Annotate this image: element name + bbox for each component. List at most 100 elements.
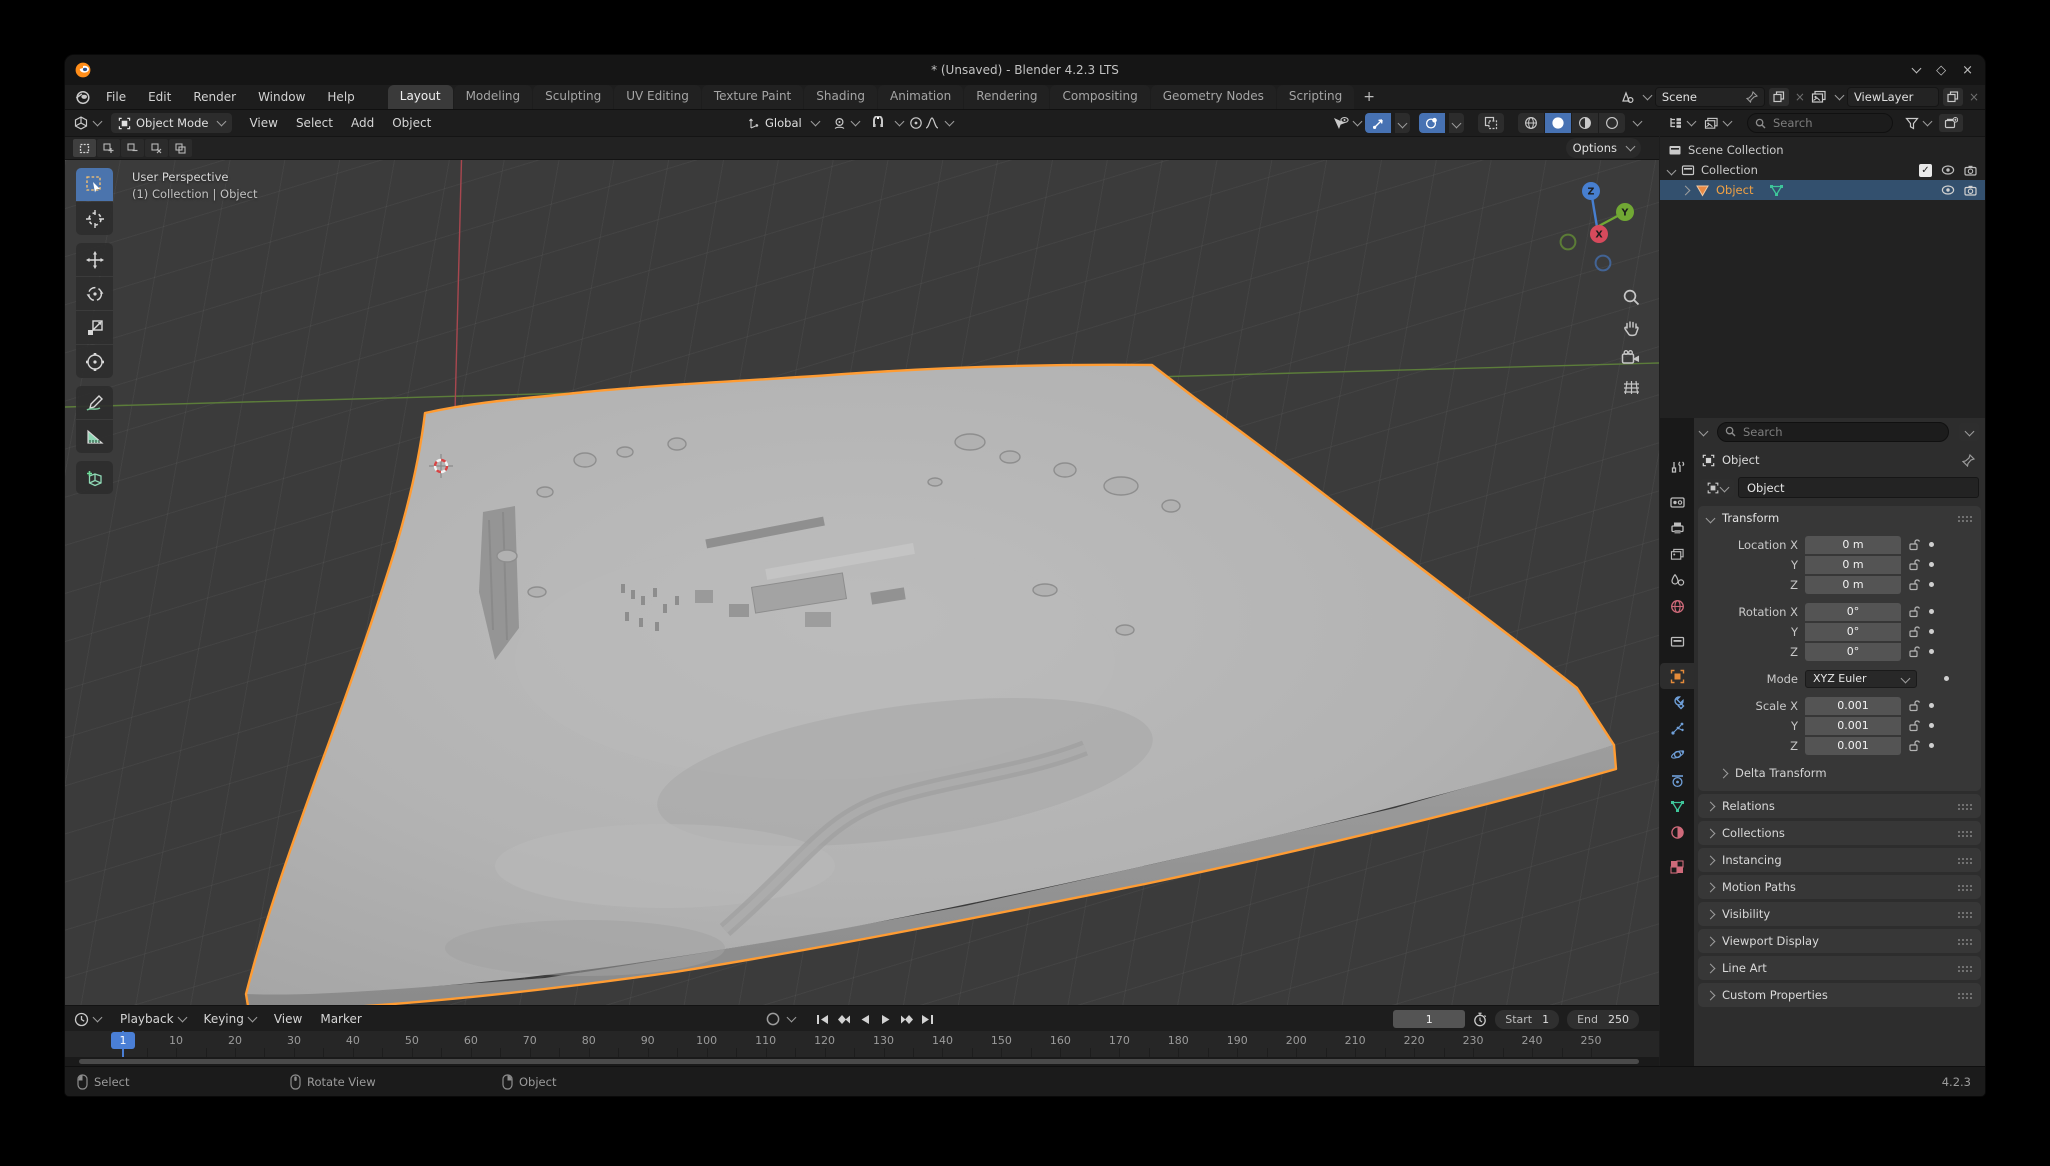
hide-eye-icon[interactable] [1941, 165, 1955, 175]
tab-view-layer[interactable] [1660, 541, 1694, 567]
stopwatch-icon[interactable] [1473, 1012, 1487, 1027]
play-button[interactable] [876, 1010, 895, 1028]
gizmo-options-chevron[interactable] [1395, 113, 1410, 133]
pan-hand-icon[interactable] [1622, 319, 1641, 338]
close-button[interactable]: × [1962, 63, 1973, 78]
tab-constraints[interactable] [1660, 767, 1694, 793]
frame-start-field[interactable]: Start 1 [1495, 1010, 1559, 1029]
lock-icon[interactable] [1908, 645, 1920, 658]
tab-shading[interactable]: Shading [804, 85, 877, 109]
timeline-scrollbar[interactable] [65, 1057, 1659, 1066]
gizmo-axis-neg-z[interactable] [1596, 256, 1611, 271]
tab-rendering[interactable]: Rendering [964, 85, 1049, 109]
section-motion-paths[interactable]: Motion Paths [1698, 875, 1981, 899]
tab-texture-paint[interactable]: Texture Paint [702, 85, 803, 109]
timeline-menu-view[interactable]: View [265, 1012, 311, 1026]
transform-panel-header[interactable]: Transform [1698, 506, 1981, 530]
falloff-chevron[interactable] [944, 117, 954, 127]
section-viewport-display[interactable]: Viewport Display [1698, 929, 1981, 953]
jump-next-keyframe-button[interactable] [897, 1010, 916, 1028]
render-camera-icon[interactable] [1964, 165, 1977, 176]
timeline-type-chevron[interactable] [93, 1013, 103, 1023]
section-line-art[interactable]: Line Art [1698, 956, 1981, 980]
object-id-dropdown[interactable] [1700, 479, 1734, 497]
viewport-menu-add[interactable]: Add [342, 116, 383, 130]
timeline-menu-keying[interactable]: Keying [195, 1012, 265, 1026]
pivot-point-dropdown[interactable] [832, 116, 859, 131]
viewport-3d[interactable]: User Perspective (1) Collection | Object [65, 160, 1659, 1005]
section-relations[interactable]: Relations [1698, 794, 1981, 818]
camera-view-icon[interactable] [1621, 350, 1641, 366]
timeline-menu-playback[interactable]: Playback [111, 1012, 195, 1026]
maximize-button[interactable]: ◇ [1936, 63, 1946, 78]
viewlayer-new-button[interactable] [1943, 88, 1963, 106]
tab-texture[interactable] [1660, 854, 1694, 880]
outliner-row-object[interactable]: Object [1660, 180, 1985, 200]
tool-move[interactable] [76, 243, 113, 276]
snap-magnet-icon[interactable] [865, 113, 891, 133]
tool-measure[interactable] [76, 420, 113, 453]
lock-icon[interactable] [1908, 578, 1920, 591]
lock-icon[interactable] [1908, 739, 1920, 752]
menu-help[interactable]: Help [316, 85, 365, 109]
panel-drag-handle[interactable] [1957, 515, 1973, 522]
animate-dot[interactable] [1929, 743, 1934, 748]
editor-type-3d-viewport-icon[interactable] [73, 115, 89, 131]
menu-window[interactable]: Window [247, 85, 316, 109]
tab-animation[interactable]: Animation [878, 85, 963, 109]
location-y-input[interactable]: 0 m [1805, 556, 1901, 574]
select-mode-intersect-button[interactable] [169, 139, 192, 157]
tab-particles[interactable] [1660, 715, 1694, 741]
tab-scripting[interactable]: Scripting [1277, 85, 1354, 109]
proportional-edit-icon[interactable] [909, 116, 923, 130]
tool-rotate[interactable] [76, 277, 113, 310]
add-workspace-button[interactable]: + [1355, 86, 1383, 109]
tab-render[interactable] [1660, 489, 1694, 515]
timeline-scrollbar-thumb[interactable] [79, 1059, 1639, 1064]
transform-orientation-dropdown[interactable]: Global [741, 113, 826, 133]
tool-cursor[interactable] [76, 202, 113, 235]
select-mode-extend-button[interactable] [97, 139, 120, 157]
outliner-display-mode-icon[interactable] [1704, 117, 1719, 130]
shading-rendered-button[interactable] [1599, 113, 1625, 133]
select-mode-invert-button[interactable] [145, 139, 168, 157]
tab-object-data[interactable] [1660, 793, 1694, 819]
section-collections[interactable]: Collections [1698, 821, 1981, 845]
menu-render[interactable]: Render [182, 85, 247, 109]
editor-type-outliner-icon[interactable] [1668, 116, 1683, 130]
properties-search[interactable] [1717, 422, 1949, 442]
animate-dot[interactable] [1929, 609, 1934, 614]
pin-icon[interactable] [1962, 454, 1975, 467]
properties-editor-chevron[interactable] [1699, 427, 1709, 437]
gizmo-axis-neg-y[interactable] [1561, 235, 1576, 250]
panel-drag-handle[interactable] [1957, 803, 1973, 810]
timeline-menu-marker[interactable]: Marker [311, 1012, 370, 1026]
animate-dot[interactable] [1929, 703, 1934, 708]
panel-drag-handle[interactable] [1957, 830, 1973, 837]
hide-eye-icon[interactable] [1941, 185, 1955, 195]
panel-drag-handle[interactable] [1957, 884, 1973, 891]
shading-material-button[interactable] [1572, 113, 1598, 133]
scene-browse-chevron[interactable] [1642, 91, 1652, 101]
show-overlays-toggle[interactable] [1419, 113, 1445, 133]
tab-compositing[interactable]: Compositing [1050, 85, 1149, 109]
outliner-filter-dropdown[interactable] [1905, 117, 1931, 130]
tab-modifiers[interactable] [1660, 689, 1694, 715]
tab-tool[interactable] [1660, 454, 1694, 480]
auto-keying-button[interactable] [765, 1011, 781, 1027]
menu-edit[interactable]: Edit [137, 85, 182, 109]
select-mode-subtract-button[interactable] [121, 139, 144, 157]
viewport-menu-select[interactable]: Select [287, 116, 342, 130]
playhead-frame-badge[interactable]: 1 [111, 1032, 135, 1049]
options-button[interactable]: Options [1566, 138, 1641, 158]
lock-icon[interactable] [1908, 558, 1920, 571]
rotation-y-input[interactable]: 0° [1805, 623, 1901, 641]
render-camera-icon[interactable] [1964, 185, 1977, 196]
scale-z-input[interactable]: 0.001 [1805, 737, 1901, 755]
minimize-button[interactable] [1912, 64, 1922, 74]
jump-to-start-button[interactable] [813, 1010, 832, 1028]
mode-dropdown[interactable]: Object Mode [111, 113, 232, 133]
tab-world[interactable] [1660, 593, 1694, 619]
editor-type-chevron[interactable] [93, 117, 103, 127]
animate-dot[interactable] [1929, 582, 1934, 587]
